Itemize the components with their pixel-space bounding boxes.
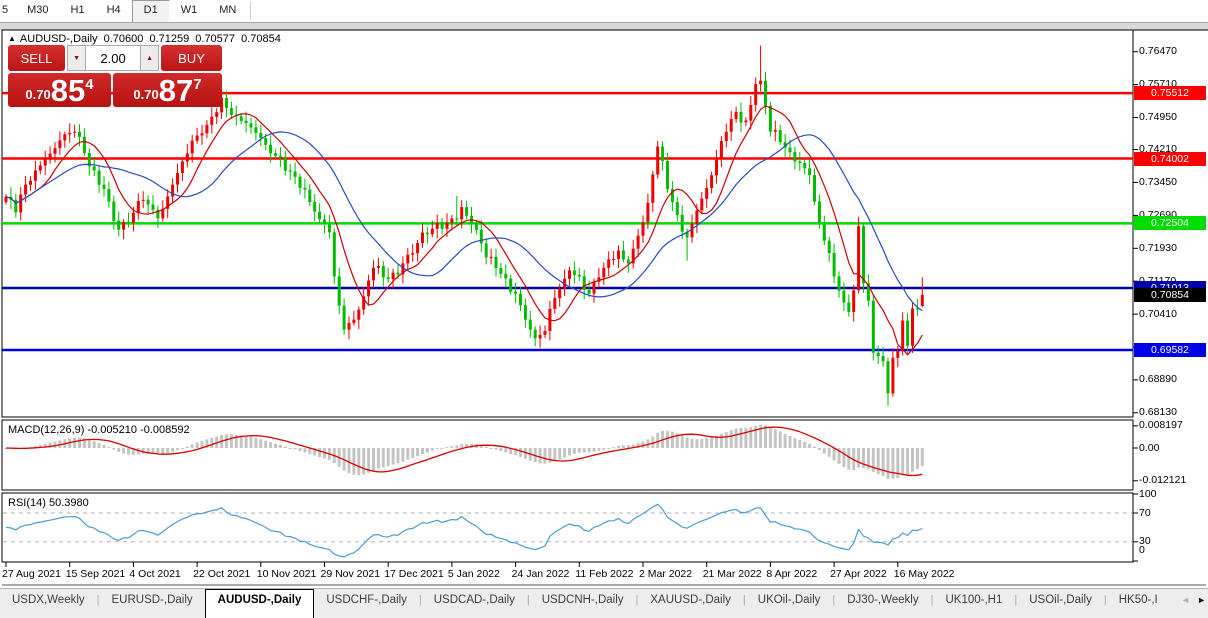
- ohlc-open: 0.70600: [104, 33, 144, 45]
- tabs-scroll-left-icon[interactable]: ◄: [1181, 595, 1190, 605]
- date-label: 4 Oct 2021: [129, 568, 180, 580]
- hline-price-badge: 0.75512: [1134, 86, 1206, 100]
- symbol-marker-icon: ▲: [8, 34, 16, 43]
- tabs-scroll-right-icon[interactable]: ►: [1197, 595, 1206, 605]
- macd-tick-label: -0.012121: [1139, 474, 1186, 486]
- date-label: 27 Aug 2021: [2, 568, 61, 580]
- terminal-window: 5M30H1H4D1W1MN ▲AUDUSD-,Daily 0.70600 0.…: [0, 0, 1208, 618]
- rsi-label: RSI(14) 50.3980: [8, 497, 89, 509]
- tab-usdcad-daily[interactable]: USDCAD-,Daily: [422, 589, 527, 618]
- ohlc-high: 0.71259: [149, 33, 189, 45]
- date-label: 11 Feb 2022: [575, 568, 633, 580]
- tab-usdcnh-daily[interactable]: USDCNH-,Daily: [530, 589, 636, 618]
- date-label: 15 Sep 2021: [66, 568, 126, 580]
- hline-price-badge: 0.69582: [1134, 343, 1206, 357]
- tab-uk100-h1[interactable]: UK100-,H1: [933, 589, 1014, 618]
- date-label: 22 Oct 2021: [193, 568, 250, 580]
- tab-usdchf-daily[interactable]: USDCHF-,Daily: [314, 589, 419, 618]
- price-tick-label: 0.70410: [1139, 308, 1177, 320]
- tab-ukoil-daily[interactable]: UKOil-,Daily: [746, 589, 833, 618]
- buy-price-pip: 7: [193, 76, 201, 93]
- ohlc-close: 0.70854: [241, 33, 281, 45]
- date-label: 27 Apr 2022: [830, 568, 887, 580]
- tab-eurusd-daily[interactable]: EURUSD-,Daily: [100, 589, 205, 618]
- rsi-tick-label: 70: [1139, 507, 1151, 519]
- sell-button[interactable]: SELL: [8, 45, 65, 71]
- macd-tick-label: 0.008197: [1139, 419, 1183, 431]
- symbol-tabs-bar: USDX,Weekly|EURUSD-,DailyAUDUSD-,DailyUS…: [0, 588, 1208, 618]
- date-label: 10 Nov 2021: [257, 568, 317, 580]
- macd-tick-label: 0.00: [1139, 442, 1159, 454]
- price-tick-label: 0.68890: [1139, 373, 1177, 385]
- buy-price-big: 87: [159, 77, 193, 105]
- price-tick-label: 0.71930: [1139, 242, 1177, 254]
- hline-price-badge: 0.72504: [1134, 216, 1206, 230]
- chart-title: ▲ AUDUSD-,Daily 0.70600 0.71259 0.70577 0…: [8, 33, 284, 45]
- sell-price-pip: 4: [85, 76, 93, 93]
- sell-price-prefix: 0.70: [25, 87, 50, 102]
- volume-decrease-button[interactable]: ▼: [67, 45, 86, 71]
- price-tick-label: 0.74950: [1139, 111, 1177, 123]
- date-label: 2 Mar 2022: [639, 568, 692, 580]
- date-label: 16 May 2022: [894, 568, 955, 580]
- ohlc-low: 0.70577: [195, 33, 235, 45]
- tab-hk50-i[interactable]: HK50-,I: [1107, 589, 1170, 618]
- price-tick-label: 0.73450: [1139, 176, 1177, 188]
- sell-price-display[interactable]: 0.70 85 4: [8, 73, 111, 107]
- macd-label: MACD(12,26,9) -0.005210 -0.008592: [8, 424, 190, 436]
- one-click-trade-panel: SELL ▼ ▲ BUY 0.70 85 4 0.70 87 7: [8, 45, 222, 107]
- date-label: 8 Apr 2022: [766, 568, 817, 580]
- buy-price-prefix: 0.70: [133, 87, 158, 102]
- current-price-badge: 0.70854: [1134, 288, 1206, 302]
- buy-price-display[interactable]: 0.70 87 7: [113, 73, 222, 107]
- hline-price-badge: 0.74002: [1134, 152, 1206, 166]
- buy-button[interactable]: BUY: [161, 45, 222, 71]
- tab-xauusd-daily[interactable]: XAUUSD-,Daily: [638, 589, 743, 618]
- rsi-tick-label: 0: [1139, 544, 1145, 556]
- volume-input[interactable]: [86, 45, 140, 71]
- chart-symbol: AUDUSD-,Daily: [20, 33, 98, 45]
- tab-usdx-weekly[interactable]: USDX,Weekly: [0, 589, 97, 618]
- tabs-scroll-arrows: ◄►: [1177, 595, 1206, 605]
- date-label: 24 Jan 2022: [512, 568, 570, 580]
- tab-usoil-daily[interactable]: USOil-,Daily: [1017, 589, 1104, 618]
- price-tick-label: 0.68130: [1139, 406, 1177, 418]
- date-label: 21 Mar 2022: [703, 568, 762, 580]
- sell-price-big: 85: [51, 77, 85, 105]
- date-label: 29 Nov 2021: [321, 568, 381, 580]
- price-tick-label: 0.76470: [1139, 45, 1177, 57]
- tab-dj30-weekly[interactable]: DJ30-,Weekly: [835, 589, 930, 618]
- date-label: 5 Jan 2022: [448, 568, 500, 580]
- volume-increase-button[interactable]: ▲: [140, 45, 159, 71]
- date-label: 17 Dec 2021: [384, 568, 444, 580]
- rsi-tick-label: 100: [1139, 488, 1157, 500]
- tab-audusd-daily[interactable]: AUDUSD-,Daily: [205, 589, 315, 618]
